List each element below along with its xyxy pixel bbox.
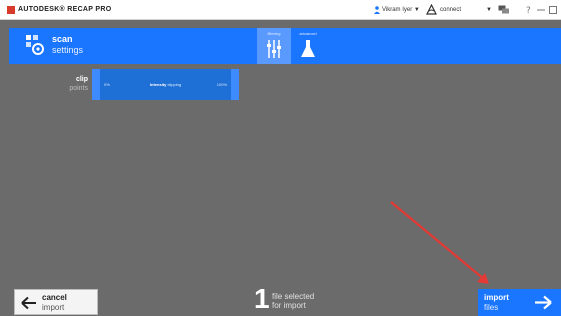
user-menu[interactable]: Vikram Iyer ▼	[382, 3, 420, 17]
cancel-import-button[interactable]: cancel import	[14, 289, 98, 315]
scan-settings-header: scan settings filtering advanced	[9, 28, 561, 64]
tab-filtering-label: filtering	[267, 31, 281, 36]
arrow-left-icon	[21, 296, 36, 310]
filter-sliders-icon	[267, 40, 281, 58]
autodesk-logo-icon	[7, 6, 15, 14]
connect-menu[interactable]: connect	[440, 3, 461, 17]
tab-filtering[interactable]: filtering	[257, 28, 291, 64]
points-label: points	[69, 85, 88, 92]
tab-advanced[interactable]: advanced	[291, 28, 325, 64]
help-icon[interactable]: ?	[524, 4, 534, 15]
maximize-icon[interactable]	[548, 4, 558, 15]
cancel-label: cancel	[42, 293, 67, 302]
svg-text:?: ?	[526, 6, 531, 15]
tab-advanced-label: advanced	[299, 31, 317, 36]
slider-title-bold: Intensity	[149, 82, 167, 87]
header-title: scan	[52, 34, 73, 44]
app-name: AUTODESK® RECAP PRO	[18, 6, 112, 13]
flask-icon	[301, 40, 315, 57]
connect-label: connect	[440, 7, 462, 13]
user-icon	[374, 6, 380, 14]
import-files-button[interactable]: import files	[478, 289, 561, 316]
annotation-arrow-icon	[390, 201, 489, 284]
chevron-down-icon: ▼	[413, 7, 420, 13]
autodesk-a360-icon[interactable]	[426, 4, 437, 15]
arrow-right-icon	[535, 295, 552, 310]
file-count: 1	[254, 283, 270, 314]
clip-label: clip	[75, 76, 88, 83]
import-sublabel: files	[484, 303, 499, 312]
user-name: Vikram Iyer	[382, 7, 413, 13]
slider-max-label: 100%	[216, 82, 227, 87]
import-label: import	[484, 293, 509, 302]
connect-chevron-down-icon[interactable]: ▼	[486, 3, 492, 17]
minimize-icon[interactable]	[536, 4, 546, 15]
file-status-line2: for import	[272, 301, 306, 310]
header-subtitle: settings	[52, 45, 84, 55]
file-status-line1: file selected	[272, 292, 315, 301]
scan-settings-icon	[26, 35, 44, 55]
title-bar: AUTODESK® RECAP PRO Vikram Iyer ▼ connec…	[0, 0, 561, 20]
cancel-sublabel: import	[42, 303, 65, 312]
chat-icon[interactable]	[498, 5, 510, 15]
intensity-clipping-slider[interactable]: 0% Intensity clipping 100%	[92, 69, 239, 100]
slider-title-rest: clipping	[167, 82, 182, 87]
